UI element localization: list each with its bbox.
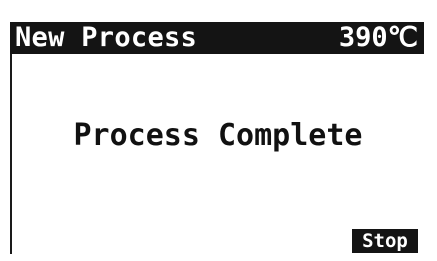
temperature-readout: 390℃ xyxy=(338,22,418,53)
status-message: Process Complete xyxy=(73,118,363,153)
process-title: New Process xyxy=(15,22,198,53)
device-screen: New Process 390℃ Process Complete Stop xyxy=(0,0,437,261)
header-bar: New Process 390℃ xyxy=(10,22,424,54)
stop-button[interactable]: Stop xyxy=(352,229,418,253)
